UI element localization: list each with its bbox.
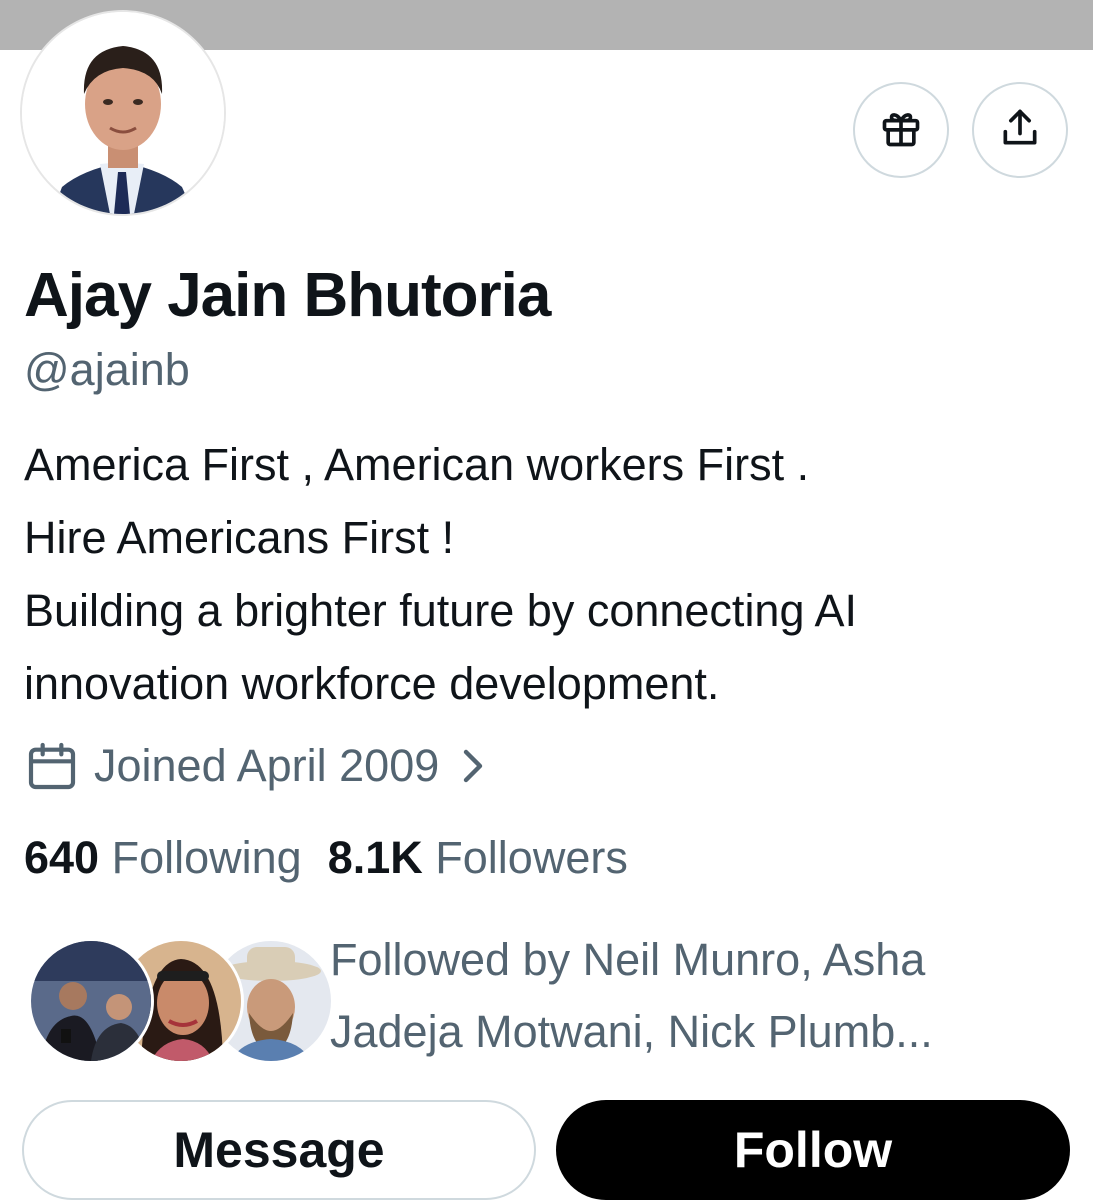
chevron-right-icon xyxy=(457,746,487,786)
joined-date-row[interactable]: Joined April 2009 xyxy=(24,736,487,796)
followers-label: Followers xyxy=(435,832,628,883)
avatar xyxy=(28,938,154,1064)
share-button[interactable] xyxy=(972,82,1068,178)
followers-link[interactable]: 8.1K Followers xyxy=(328,832,628,883)
gift-button[interactable] xyxy=(853,82,949,178)
following-count: 640 xyxy=(24,832,100,883)
follow-stats: 640 Following 8.1K Followers xyxy=(24,832,628,884)
following-link[interactable]: 640 Following xyxy=(24,832,302,883)
joined-date: Joined April 2009 xyxy=(94,740,440,791)
profile-bio: America First , American workers First .… xyxy=(24,428,1074,720)
followers-count: 8.1K xyxy=(327,832,423,883)
message-button[interactable]: Message xyxy=(22,1100,536,1200)
bio-line: Building a brighter future by connecting… xyxy=(24,585,858,636)
profile-page: Ajay Jain Bhutoria @ajainb America First… xyxy=(0,0,1093,1200)
profile-handle: @ajainb xyxy=(24,344,190,395)
profile-name: Ajay Jain Bhutoria xyxy=(24,261,551,330)
bio-line: innovation workforce development. xyxy=(24,658,720,709)
followed-by-text[interactable]: Followed by Neil Munro, Asha Jadeja Motw… xyxy=(330,924,1050,1068)
bio-line: America First , American workers First . xyxy=(24,439,810,490)
following-label: Following xyxy=(111,832,302,883)
bio-line: Hire Americans First ! xyxy=(24,512,455,563)
share-icon xyxy=(998,106,1042,155)
profile-avatar[interactable] xyxy=(20,10,226,216)
mutual-followers-avatars[interactable] xyxy=(28,938,334,1064)
follow-button[interactable]: Follow xyxy=(556,1100,1070,1200)
gift-icon xyxy=(879,106,923,155)
calendar-icon xyxy=(24,738,80,794)
